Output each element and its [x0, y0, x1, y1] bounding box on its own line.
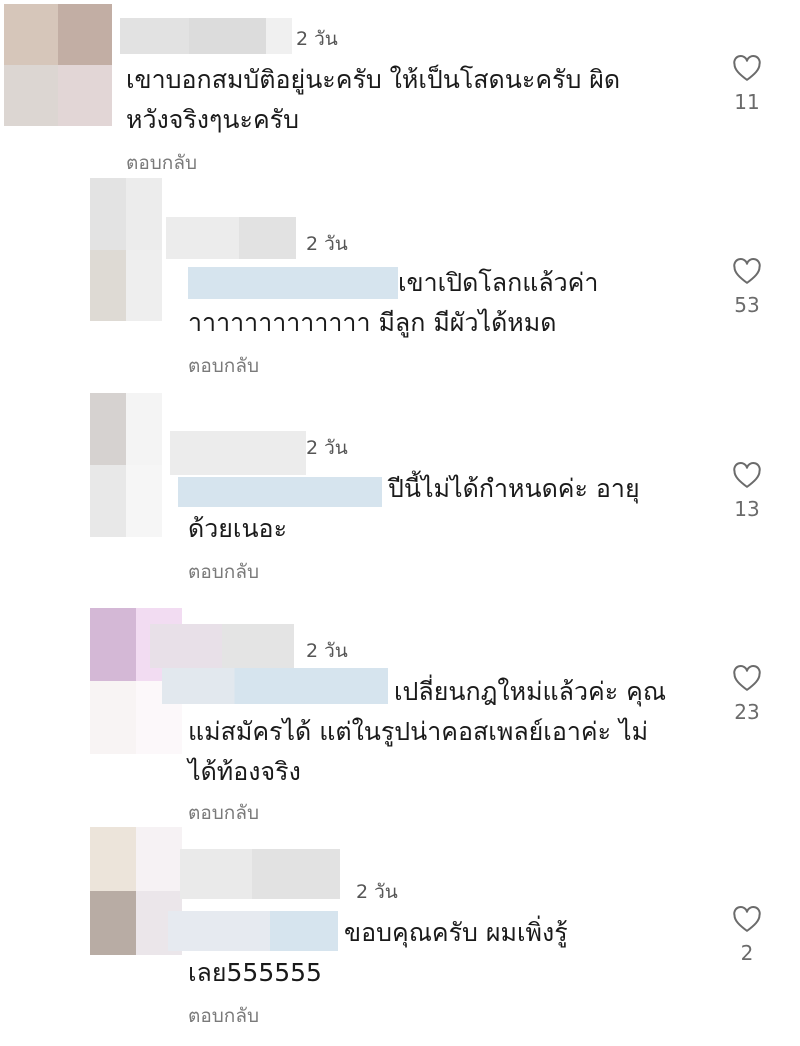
comment-text: เขาบอกสมบัติอยู่นะครับ ให้เป็นโสดนะครับ …	[126, 65, 621, 134]
like-count: 2	[740, 941, 754, 965]
redacted-username[interactable]	[180, 849, 340, 899]
redacted-username[interactable]	[150, 624, 294, 668]
comment-item: 2 วัน ขอบคุณครับ ผมเพิ่งรู้ เลย555555 ตอ…	[0, 825, 800, 1046]
avatar[interactable]	[90, 393, 162, 537]
heart-icon	[733, 258, 761, 284]
heart-icon	[733, 665, 761, 691]
comment-item: 2 วัน ปีนี้ไม่ได้กำหนดค่ะ อายุ ด้วยเนอะ …	[0, 385, 800, 600]
comment-timestamp: 2 วัน	[356, 881, 398, 903]
like-button[interactable]: 23	[721, 664, 773, 724]
reply-button[interactable]: ตอบกลับ	[188, 351, 259, 381]
like-count: 13	[734, 497, 760, 521]
comment-text: เปลี่ยนกฎใหม่แล้วค่ะ คุณ แม่สมัครได้ แต่…	[188, 677, 667, 786]
comment-timestamp: 2 วัน	[306, 640, 348, 662]
avatar[interactable]	[4, 4, 112, 126]
like-button[interactable]: 53	[721, 257, 773, 317]
comment-item: 2 วัน เขาบอกสมบัติอยู่นะครับ ให้เป็นโสดน…	[0, 0, 800, 175]
like-count: 23	[734, 700, 760, 724]
reply-button[interactable]: ตอบกลับ	[188, 798, 259, 828]
like-button[interactable]: 11	[721, 54, 773, 114]
heart-icon	[733, 462, 761, 488]
reply-button[interactable]: ตอบกลับ	[126, 148, 197, 178]
redacted-username[interactable]	[120, 18, 292, 54]
comment-item: 2 วัน เปลี่ยนกฎใหม่แล้วค่ะ คุณ แม่สมัครไ…	[0, 600, 800, 825]
heart-icon	[733, 906, 761, 932]
reply-button[interactable]: ตอบกลับ	[188, 557, 259, 587]
comment-item: 2 วัน เขาเปิดโลกแล้วค่า าาาาาาาาาาาาา มี…	[0, 175, 800, 385]
comment-timestamp: 2 วัน	[296, 28, 338, 50]
comment-timestamp: 2 วัน	[306, 437, 348, 459]
like-count: 11	[734, 90, 760, 114]
redacted-username[interactable]	[166, 217, 296, 259]
avatar[interactable]	[90, 178, 162, 321]
comment-text: ปีนี้ไม่ได้กำหนดค่ะ อายุ ด้วยเนอะ	[188, 474, 640, 543]
like-button[interactable]: 2	[721, 905, 773, 965]
like-count: 53	[734, 293, 760, 317]
comment-timestamp: 2 วัน	[306, 233, 348, 255]
comment-text: ขอบคุณครับ ผมเพิ่งรู้ เลย555555	[188, 918, 568, 987]
reply-button[interactable]: ตอบกลับ	[188, 1001, 259, 1031]
like-button[interactable]: 13	[721, 461, 773, 521]
comment-text: เขาเปิดโลกแล้วค่า าาาาาาาาาาาาา มีลูก มี…	[188, 268, 599, 337]
heart-icon	[733, 55, 761, 81]
